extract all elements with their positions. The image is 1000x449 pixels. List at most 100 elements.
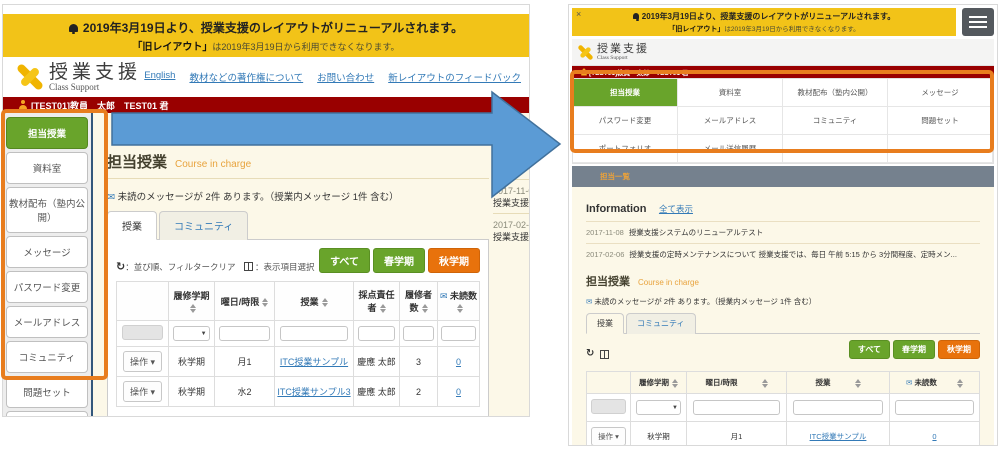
sidebar-item-quiz-set[interactable]: 問題セット <box>6 376 88 408</box>
site-logo[interactable]: 授業支援 Class Support <box>578 44 649 61</box>
cell-grader: 慶應 太郎 <box>354 377 400 407</box>
close-icon[interactable]: × <box>576 9 581 19</box>
sidebar-item-courses[interactable]: 担当授業 <box>6 117 88 149</box>
cell-students: 2 <box>400 377 438 407</box>
course-table: 履修学期 曜日/時限 授業 採点責任者 履修者数 ✉ 未読数 ▼ <box>116 281 480 407</box>
unread-count-link[interactable]: 0 <box>456 357 461 367</box>
toolbar: ↻ すべて 春学期 秋学期 <box>586 333 980 363</box>
day-filter-input[interactable] <box>693 400 780 415</box>
refresh-icon[interactable]: ↻ <box>586 348 594 359</box>
column-select-icon[interactable] <box>600 350 609 359</box>
site-header: 授業支援 Class Support <box>572 39 994 66</box>
hamburger-menu-icon[interactable] <box>962 8 994 36</box>
cell-day: 月1 <box>687 422 787 447</box>
unread-count-link[interactable]: 0 <box>456 387 461 397</box>
news-item[interactable]: 2017-11-08授業支援システムのリニューアルテスト <box>586 221 980 243</box>
menu-item-empty <box>888 135 993 163</box>
nav-link-feedback[interactable]: 新レイアウトのフィードバック <box>388 70 521 84</box>
filter-spring-button[interactable]: 春学期 <box>373 248 425 273</box>
col-course[interactable]: 授業 <box>275 282 354 321</box>
cell-day: 水2 <box>215 377 275 407</box>
sidebar-item-email[interactable]: メールアドレス <box>6 306 88 338</box>
menu-item-library[interactable]: 資料室 <box>678 79 783 107</box>
banner-line2-rest: は2019年3月19日から利用できなくなります。 <box>724 26 859 33</box>
page-title-row: 担当授業 Course in charge <box>107 151 489 179</box>
menu-item-portfolio[interactable]: ポートフォリオ <box>573 135 678 163</box>
col-day[interactable]: 曜日/時限 <box>687 372 787 394</box>
course-filter-input[interactable] <box>793 400 883 415</box>
mail-icon: ✉ <box>440 291 448 301</box>
nav-link-contact[interactable]: お問い合わせ <box>317 70 374 84</box>
sidebar-item-library[interactable]: 資料室 <box>6 152 88 184</box>
unread-count-link[interactable]: 0 <box>932 432 936 441</box>
tab-courses[interactable]: 授業 <box>107 211 157 240</box>
course-link[interactable]: ITC授業サンプル <box>280 357 348 367</box>
row-action-button[interactable]: 操作 ▾ <box>123 381 162 402</box>
tab-community[interactable]: コミュニティ <box>626 313 696 334</box>
menu-item-mail-history[interactable]: メール送信履歴 <box>678 135 783 163</box>
sidebar-item-materials[interactable]: 教材配布（塾内公開） <box>6 187 88 233</box>
sidebar-item-portfolio[interactable]: ポートフォリオ <box>6 411 88 417</box>
nav-link-copyright[interactable]: 教材などの著作権について <box>189 70 303 84</box>
col-term[interactable]: 履修学期 <box>631 372 687 394</box>
filter-all-button[interactable]: すべて <box>319 248 370 273</box>
class-support-logo-icon <box>17 64 43 90</box>
menu-item-messages[interactable]: メッセージ <box>888 79 993 107</box>
grader-filter-input[interactable] <box>358 326 396 341</box>
nav-link-english[interactable]: English <box>144 70 175 84</box>
menu-item-empty <box>783 135 888 163</box>
menu-item-quiz-set[interactable]: 問題セット <box>888 107 993 135</box>
col-unread[interactable]: ✉ 未読数 <box>890 372 980 394</box>
filter-disabled-box <box>122 325 163 340</box>
main-content: 担当授業 Course in charge ✉ 未読のメッセージが 2件 ありま… <box>93 113 493 417</box>
section-bar[interactable]: 担当一覧 <box>572 166 994 187</box>
menu-item-password[interactable]: パスワード変更 <box>573 107 678 135</box>
course-filter-input[interactable] <box>280 326 348 341</box>
information-column-clipped: Information 2017-11-08授業支援システムのリニューアルテスト… <box>493 113 529 417</box>
sidebar-item-password[interactable]: パスワード変更 <box>6 271 88 303</box>
tab-community[interactable]: コミュニティ <box>159 211 248 240</box>
students-filter-input[interactable] <box>403 326 433 341</box>
col-action <box>587 372 631 394</box>
col-unread[interactable]: ✉ 未読数 <box>438 282 480 321</box>
col-course[interactable]: 授業 <box>787 372 890 394</box>
sidebar-item-messages[interactable]: メッセージ <box>6 236 88 268</box>
row-action-button[interactable]: 操作 ▾ <box>591 427 626 446</box>
user-name: [TEST01]教員 太郎 TEST01 君 <box>589 67 688 77</box>
course-link[interactable]: ITC授業サンプル3 <box>277 387 350 397</box>
unread-filter-input[interactable] <box>895 400 973 415</box>
menu-item-email[interactable]: メールアドレス <box>678 107 783 135</box>
user-name: [TEST01]教員 太郎 TEST01 君 <box>31 99 169 112</box>
term-filter-select[interactable]: ▼ <box>636 400 681 415</box>
course-tabs: 授業 コミュニティ <box>107 211 489 240</box>
site-logo[interactable]: 授業支援 Class Support <box>17 63 141 92</box>
menu-item-community[interactable]: コミュニティ <box>783 107 888 135</box>
filter-fall-button[interactable]: 秋学期 <box>938 340 980 359</box>
course-link[interactable]: ITC授業サンプル <box>810 432 867 441</box>
day-filter-input[interactable] <box>219 326 270 341</box>
refresh-icon[interactable]: ↻ <box>116 261 125 273</box>
logo-subtitle: Class Support <box>49 82 141 92</box>
cell-term: 秋学期 <box>169 377 215 407</box>
sort-icon <box>380 304 386 313</box>
col-grader[interactable]: 採点責任者 <box>354 282 400 321</box>
news-item[interactable]: 2017-02-06授業支援の定時メンテナンスについて 授業支援では、毎日 午前… <box>586 243 980 265</box>
sidebar-item-community[interactable]: コミュニティ <box>6 341 88 373</box>
col-students[interactable]: 履修者数 <box>400 282 438 321</box>
filter-all-button[interactable]: すべて <box>849 340 890 359</box>
row-action-button[interactable]: 操作 ▾ <box>123 351 162 372</box>
menu-item-materials[interactable]: 教材配布（塾内公開） <box>783 79 888 107</box>
logo-title: 授業支援 <box>597 44 649 55</box>
term-filter-select[interactable]: ▼ <box>173 326 209 341</box>
filter-spring-button[interactable]: 春学期 <box>893 340 935 359</box>
news-item: 2017-02-06授業支援の定時メンテナンスについて 授業支援では、毎日 午前… <box>493 213 529 243</box>
tab-courses[interactable]: 授業 <box>586 313 624 334</box>
filter-fall-button[interactable]: 秋学期 <box>428 248 480 273</box>
view-all-link[interactable]: 全て表示 <box>659 204 693 214</box>
col-term[interactable]: 履修学期 <box>169 282 215 321</box>
information-header: Information 全て表示 <box>586 199 980 217</box>
menu-item-courses[interactable]: 担当授業 <box>573 79 678 107</box>
unread-filter-input[interactable] <box>441 326 475 341</box>
col-day[interactable]: 曜日/時限 <box>215 282 275 321</box>
column-select-icon[interactable] <box>244 262 253 271</box>
